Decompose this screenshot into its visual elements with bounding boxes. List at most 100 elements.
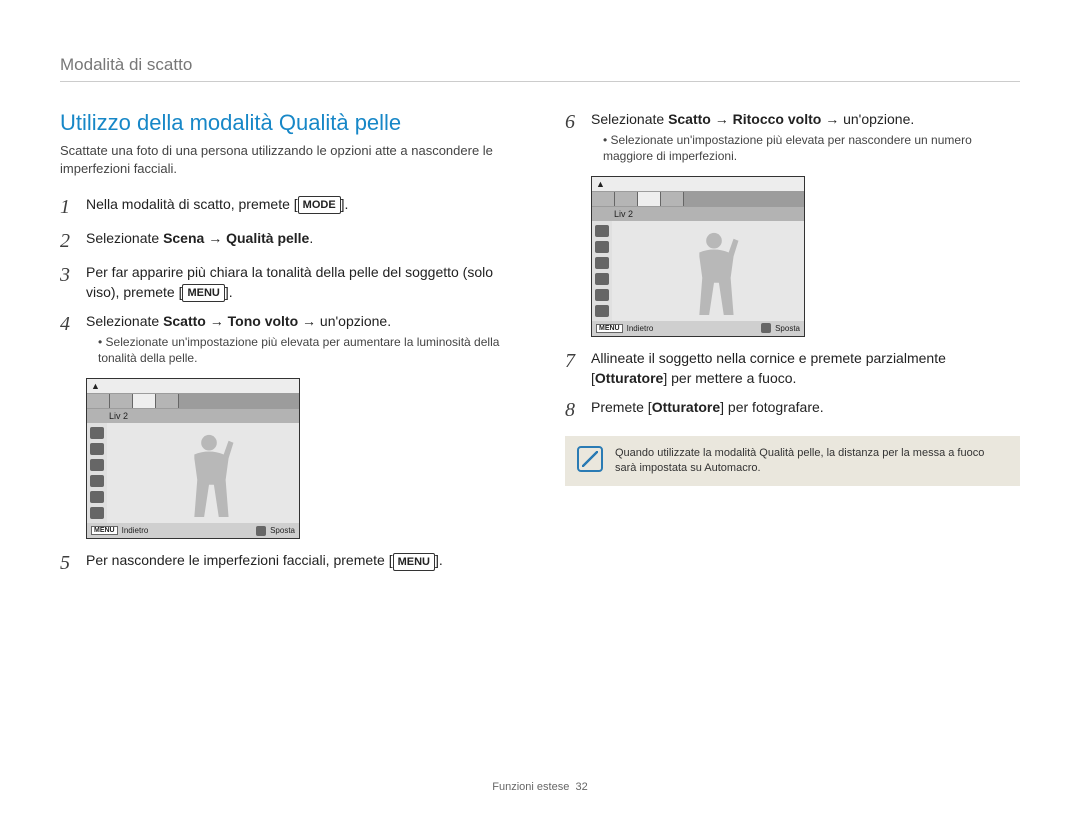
footer-label: Funzioni estese: [492, 781, 569, 793]
menu-label-icon: MENU: [596, 324, 623, 333]
lcd-preview-2: ▲ Liv 2: [591, 176, 805, 337]
preview-area: [107, 423, 299, 523]
note-text: .: [757, 462, 760, 474]
step-bold: Qualità pelle: [226, 230, 309, 246]
note-icon: [577, 446, 603, 472]
menu-key: MENU: [182, 284, 224, 302]
menu-label-icon: MENU: [91, 526, 118, 535]
sidebar-icon: [595, 241, 609, 253]
step-number: 4: [60, 312, 86, 336]
step-bold: Otturatore: [595, 370, 663, 386]
person-silhouette-icon: [174, 431, 244, 519]
sidebar-icon: [595, 225, 609, 237]
step-text: ].: [435, 552, 443, 568]
preview-area: [612, 221, 804, 321]
step-bold: Scena: [163, 230, 204, 246]
sidebar-icon: [90, 507, 104, 519]
option-icon: [110, 394, 133, 408]
step-bold: Otturatore: [652, 399, 720, 415]
right-column: 6 Selezionate Scatto → Ritocco volto → u…: [565, 110, 1020, 585]
step-7: 7 Allineate il soggetto nella cornice e …: [565, 349, 1020, 388]
step-text: .: [309, 230, 313, 246]
step-text: →: [206, 313, 228, 329]
sidebar-icon: [90, 475, 104, 487]
lcd-footer: MENU Indietro Sposta: [592, 321, 804, 336]
option-icon: [592, 192, 615, 206]
level-label: Liv 2: [87, 409, 299, 423]
step-text: → un'opzione.: [298, 313, 391, 329]
note-text: Quando utilizzate la modalità Qualità pe…: [615, 447, 984, 474]
mode-key: MODE: [298, 196, 341, 214]
step-text: Nella modalità di scatto, premete [: [86, 196, 298, 212]
step-bold: Scatto: [163, 313, 206, 329]
step-text: ].: [341, 196, 349, 212]
sidebar-icon: [595, 273, 609, 285]
step-bold: Tono volto: [228, 313, 299, 329]
step-number: 7: [565, 349, 591, 373]
move-label: Sposta: [270, 526, 295, 535]
option-icon: [615, 192, 638, 206]
breadcrumb: Modalità di scatto: [60, 55, 1020, 82]
step-2: 2 Selezionate Scena → Qualità pelle.: [60, 229, 515, 253]
step-text: Selezionate: [591, 111, 668, 127]
step-text: ] per mettere a fuoco.: [663, 370, 796, 386]
dpad-icon: [256, 526, 266, 536]
sidebar-icon: [595, 257, 609, 269]
level-label: Liv 2: [592, 207, 804, 221]
sidebar-icon: [595, 289, 609, 301]
up-arrow-icon: ▲: [596, 179, 605, 189]
lcd-sidebar: [87, 423, 107, 523]
sidebar-icon: [90, 459, 104, 471]
left-column: Utilizzo della modalità Qualità pelle Sc…: [60, 110, 515, 585]
step-text: Per far apparire più chiara la tonalità …: [86, 264, 493, 300]
sidebar-icon: [90, 491, 104, 503]
step-text: Selezionate: [86, 313, 163, 329]
lcd-footer: MENU Indietro Sposta: [87, 523, 299, 538]
sidebar-icon: [90, 443, 104, 455]
menu-key: MENU: [393, 553, 435, 571]
section-title: Utilizzo della modalità Qualità pelle: [60, 110, 515, 136]
move-label: Sposta: [775, 324, 800, 333]
step-text: → un'opzione.: [821, 111, 914, 127]
intro-text: Scattate una foto di una persona utilizz…: [60, 142, 515, 177]
step-text: Selezionate: [86, 230, 163, 246]
step-3: 3 Per far apparire più chiara la tonalit…: [60, 263, 515, 302]
option-icon-selected: [638, 192, 661, 206]
note-bold: Automacro: [704, 462, 757, 474]
step-1: 1 Nella modalità di scatto, premete [MOD…: [60, 195, 515, 219]
step-number: 1: [60, 195, 86, 219]
person-silhouette-icon: [679, 229, 749, 317]
step-bold: Ritocco volto: [733, 111, 822, 127]
back-label: Indietro: [122, 526, 149, 535]
step-text: Premete [: [591, 399, 652, 415]
option-icon-selected: [133, 394, 156, 408]
option-row: [592, 191, 804, 207]
step-bullet: Selezionate un'impostazione più elevata …: [603, 132, 1020, 164]
step-text: Per nascondere le imperfezioni facciali,…: [86, 552, 393, 568]
step-number: 5: [60, 551, 86, 575]
lcd-preview-1: ▲ Liv 2: [86, 378, 300, 539]
page-footer: Funzioni estese 32: [0, 781, 1080, 793]
step-number: 8: [565, 398, 591, 422]
step-bullet: Selezionate un'impostazione più elevata …: [98, 334, 515, 366]
page-number: 32: [575, 781, 587, 793]
option-icon: [87, 394, 110, 408]
step-text: →: [711, 111, 733, 127]
step-text: ].: [225, 284, 233, 300]
option-icon: [661, 192, 684, 206]
sidebar-icon: [595, 305, 609, 317]
step-6: 6 Selezionate Scatto → Ritocco volto → u…: [565, 110, 1020, 166]
sidebar-icon: [90, 427, 104, 439]
back-label: Indietro: [627, 324, 654, 333]
step-number: 3: [60, 263, 86, 287]
step-number: 2: [60, 229, 86, 253]
step-bold: Scatto: [668, 111, 711, 127]
option-icon: [156, 394, 179, 408]
note-box: Quando utilizzate la modalità Qualità pe…: [565, 436, 1020, 486]
step-text: ] per fotografare.: [720, 399, 824, 415]
dpad-icon: [761, 323, 771, 333]
up-arrow-icon: ▲: [91, 381, 100, 391]
step-number: 6: [565, 110, 591, 134]
lcd-sidebar: [592, 221, 612, 321]
step-4: 4 Selezionate Scatto → Tono volto → un'o…: [60, 312, 515, 368]
